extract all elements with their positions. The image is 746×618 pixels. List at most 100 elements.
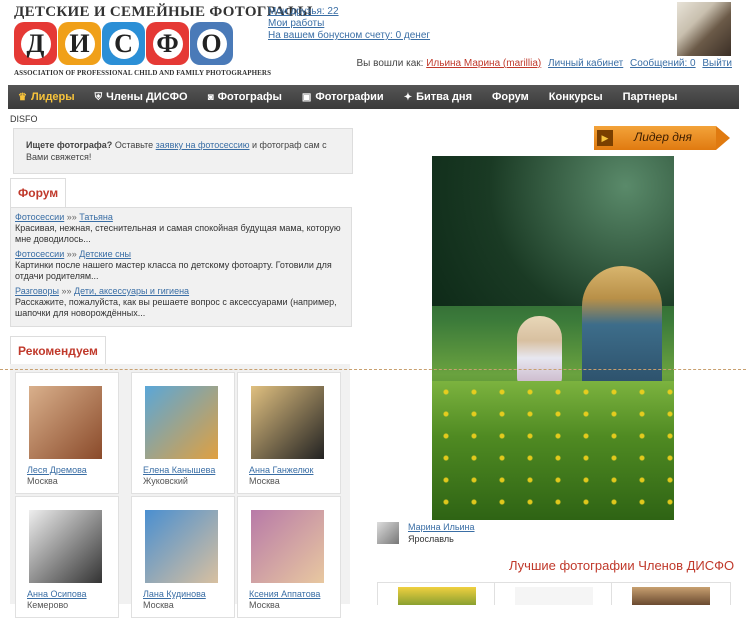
photographer-card[interactable]: Анна Осипова Кемерово (15, 496, 119, 618)
photographer-name-link[interactable]: Леся Дремова (27, 465, 87, 475)
nav-item[interactable]: ◙ Фотографы (198, 85, 292, 109)
my-works-link[interactable]: Мои работы (268, 18, 430, 30)
logo-letter-char: О (196, 28, 227, 59)
current-user-link[interactable]: Ильина Марина (marillia) (426, 58, 541, 69)
photographer-name-link[interactable]: Елена Канышева (143, 465, 215, 475)
leader-author-city: Ярославль (408, 534, 454, 544)
play-icon: ▶ (597, 130, 613, 146)
main-nav: ♛ Лидеры ⛨ Члены ДИСФО ◙ Фотографы ▣ Фотографии… (8, 85, 739, 109)
photographer-name-link[interactable]: Анна Ганжелюк (249, 465, 313, 475)
nav-item[interactable]: ♛ Лидеры (8, 85, 85, 109)
forum-tab[interactable]: Форум (10, 178, 67, 207)
camera-icon: ◙ (207, 91, 214, 103)
photographer-card[interactable]: Леся Дремова Москва (15, 372, 119, 494)
photographer-photo[interactable] (29, 510, 102, 583)
photographer-card[interactable]: Анна Ганжелюк Москва (237, 372, 341, 494)
best-photo-thumb[interactable] (377, 582, 497, 605)
leader-of-day-label: Лидер дня (634, 130, 692, 144)
photographer-city: Москва (249, 476, 280, 486)
photographer-photo[interactable] (251, 510, 324, 583)
nav-item[interactable]: Конкурсы (539, 85, 613, 109)
forum-topic-link[interactable]: Детские сны (79, 249, 131, 259)
messages-link[interactable]: Сообщений: 0 (630, 58, 696, 69)
photoshoot-request-link[interactable]: заявку на фотосессию (156, 140, 250, 150)
best-photo-thumb[interactable] (611, 582, 731, 605)
forum-box: Фотосессии »» Татьяна Красивая, нежная, с… (10, 207, 352, 327)
nav-item-label: Члены ДИСФО (106, 91, 188, 103)
login-prefix: Вы вошли как: (356, 58, 424, 69)
logo-letter-char: Д (20, 28, 51, 59)
photographer-name-link[interactable]: Анна Осипова (27, 589, 87, 599)
forum-category-link[interactable]: Разговоры (15, 286, 59, 296)
nav-item[interactable]: ⛨ Члены ДИСФО (85, 85, 198, 109)
photographer-name-link[interactable]: Лана Кудинова (143, 589, 206, 599)
photos-icon: ▣ (301, 91, 312, 103)
forum-entry: Фотосессии »» Детские сны Картинки после … (15, 249, 347, 282)
logo-letter: И (58, 22, 101, 65)
nav-item-label: Фотографии (315, 91, 384, 103)
nav-item-label: Партнеры (622, 91, 678, 103)
forum-excerpt: Картинки после нашего мастер класса по д… (15, 260, 332, 281)
login-status: Вы вошли как: Ильина Марина (marillia) Л… (357, 58, 733, 69)
my-friends-link[interactable]: Мои друзья: 22 (268, 6, 430, 18)
photographer-photo[interactable] (251, 386, 324, 459)
cabinet-link[interactable]: Личный кабинет (548, 58, 623, 69)
photographer-card[interactable]: Ксения Аппатова Москва (237, 496, 341, 618)
photographer-city: Кемерово (27, 600, 69, 610)
nav-item[interactable]: Партнеры (613, 85, 688, 109)
best-photo-thumb[interactable] (494, 582, 614, 605)
nav-item[interactable]: Форум (482, 85, 539, 109)
nav-item-label: Битва дня (416, 91, 472, 103)
crown-icon: ♛ (18, 91, 27, 103)
logo-letter-char: И (64, 28, 95, 59)
find-photographer-box: Ищете фотографа? Оставьте заявку на фото… (13, 128, 353, 174)
photographer-city: Москва (27, 476, 58, 486)
photographer-photo[interactable] (145, 386, 218, 459)
logo-letter-char: С (108, 28, 139, 59)
forum-separator: »» (66, 249, 77, 259)
logo-letter: Ф (146, 22, 189, 65)
battle-icon: ✦ (403, 91, 413, 103)
logo-letter: Д (14, 22, 57, 65)
user-links: Мои друзья: 22 Мои работы На вашем бонус… (268, 6, 430, 42)
logo-letter: С (102, 22, 145, 65)
forum-separator: »» (66, 212, 77, 222)
photographer-name-link[interactable]: Ксения Аппатова (249, 589, 320, 599)
photographer-photo[interactable] (145, 510, 218, 583)
forum-excerpt: Красивая, нежная, стеснительная и самая … (15, 223, 341, 244)
nav-item-label: Лидеры (30, 91, 75, 103)
forum-category-link[interactable]: Фотосессии (15, 249, 64, 259)
leader-author-link[interactable]: Марина Ильина (408, 522, 475, 532)
nav-item[interactable]: ✦ Битва дня (394, 85, 482, 109)
photographer-city: Москва (249, 600, 280, 610)
leader-photo[interactable] (432, 156, 674, 520)
forum-category-link[interactable]: Фотосессии (15, 212, 64, 222)
photographer-card[interactable]: Лана Кудинова Москва (131, 496, 235, 618)
forum-topic-link[interactable]: Татьяна (79, 212, 113, 222)
divider (0, 369, 746, 370)
site-logo[interactable]: ДИСФО (14, 22, 246, 66)
user-avatar[interactable] (677, 2, 731, 56)
forum-separator: »» (61, 286, 72, 296)
best-photos-title: Лучшие фотографии Членов ДИСФО (509, 558, 735, 573)
nav-item-label: Форум (492, 91, 529, 103)
leader-of-day-button[interactable]: ▶ Лидер дня (594, 126, 730, 150)
author-avatar[interactable] (377, 522, 399, 544)
forum-excerpt: Расскажите, пожалуйста, как вы решаете в… (15, 297, 337, 318)
nav-item-label: Конкурсы (548, 91, 603, 103)
nav-item-label: Фотографы (217, 91, 282, 103)
shield-icon: ⛨ (94, 91, 103, 103)
photographer-city: Жуковский (143, 476, 188, 486)
bonus-link[interactable]: На вашем бонусном счету: 0 денег (268, 30, 430, 42)
logout-link[interactable]: Выйти (702, 58, 732, 69)
nav-item[interactable]: ▣ Фотографии (292, 85, 394, 109)
recommended-tab[interactable]: Рекомендуем (10, 336, 106, 365)
forum-topic-link[interactable]: Дети, аксессуары и гигиена (74, 286, 189, 296)
logo-letter-char: Ф (152, 28, 183, 59)
find-photographer-before: Оставьте (114, 140, 154, 150)
photographer-photo[interactable] (29, 386, 102, 459)
photographer-card[interactable]: Елена Канышева Жуковский (131, 372, 235, 494)
photographer-city: Москва (143, 600, 174, 610)
association-tagline: ASSOCIATION OF PROFESSIONAL CHILD AND FA… (14, 69, 272, 77)
forum-entry: Разговоры »» Дети, аксессуары и гигиена Р… (15, 286, 347, 319)
